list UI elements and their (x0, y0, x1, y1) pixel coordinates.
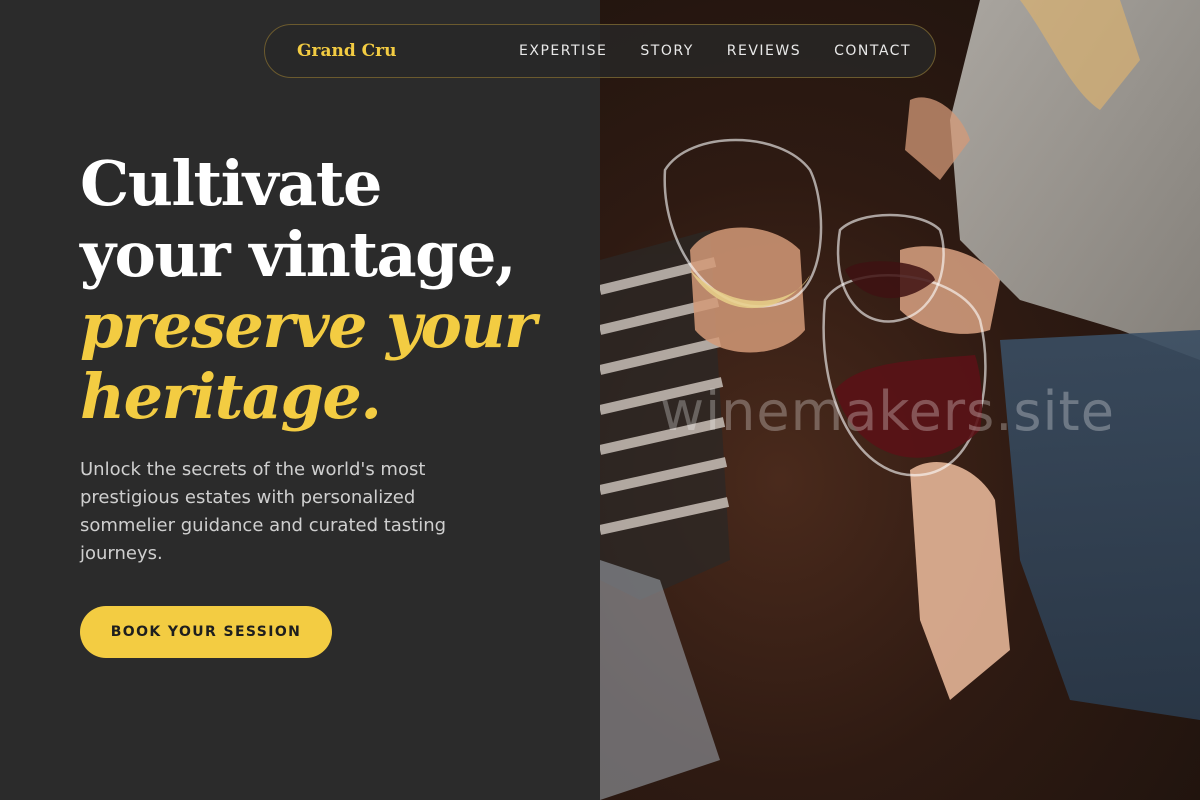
nav-link-expertise[interactable]: EXPERTISE (519, 43, 607, 59)
watermark-text: winemakers.site (660, 380, 1115, 443)
hero-title-accent-line-1: preserve your (80, 289, 537, 362)
hero-photo: winemakers.site (600, 0, 1200, 800)
hero-title: Cultivate your vintage, preserve your he… (80, 148, 580, 432)
hero-title-accent-line-2: heritage. (80, 360, 382, 433)
hero-title-line-2: your vintage, (80, 218, 517, 291)
nav-link-contact[interactable]: CONTACT (834, 43, 911, 59)
hero-subtitle: Unlock the secrets of the world's most p… (80, 459, 447, 564)
nav-links: EXPERTISE STORY REVIEWS CONTACT (519, 43, 911, 59)
nav-link-story[interactable]: STORY (640, 43, 693, 59)
top-navbar: Grand Cru EXPERTISE STORY REVIEWS CONTAC… (264, 24, 936, 78)
hero-title-line-1: Cultivate (80, 147, 382, 220)
nav-link-reviews[interactable]: REVIEWS (727, 43, 801, 59)
brand-logo[interactable]: Grand Cru (297, 41, 397, 61)
book-session-button[interactable]: BOOK YOUR SESSION (80, 606, 332, 658)
